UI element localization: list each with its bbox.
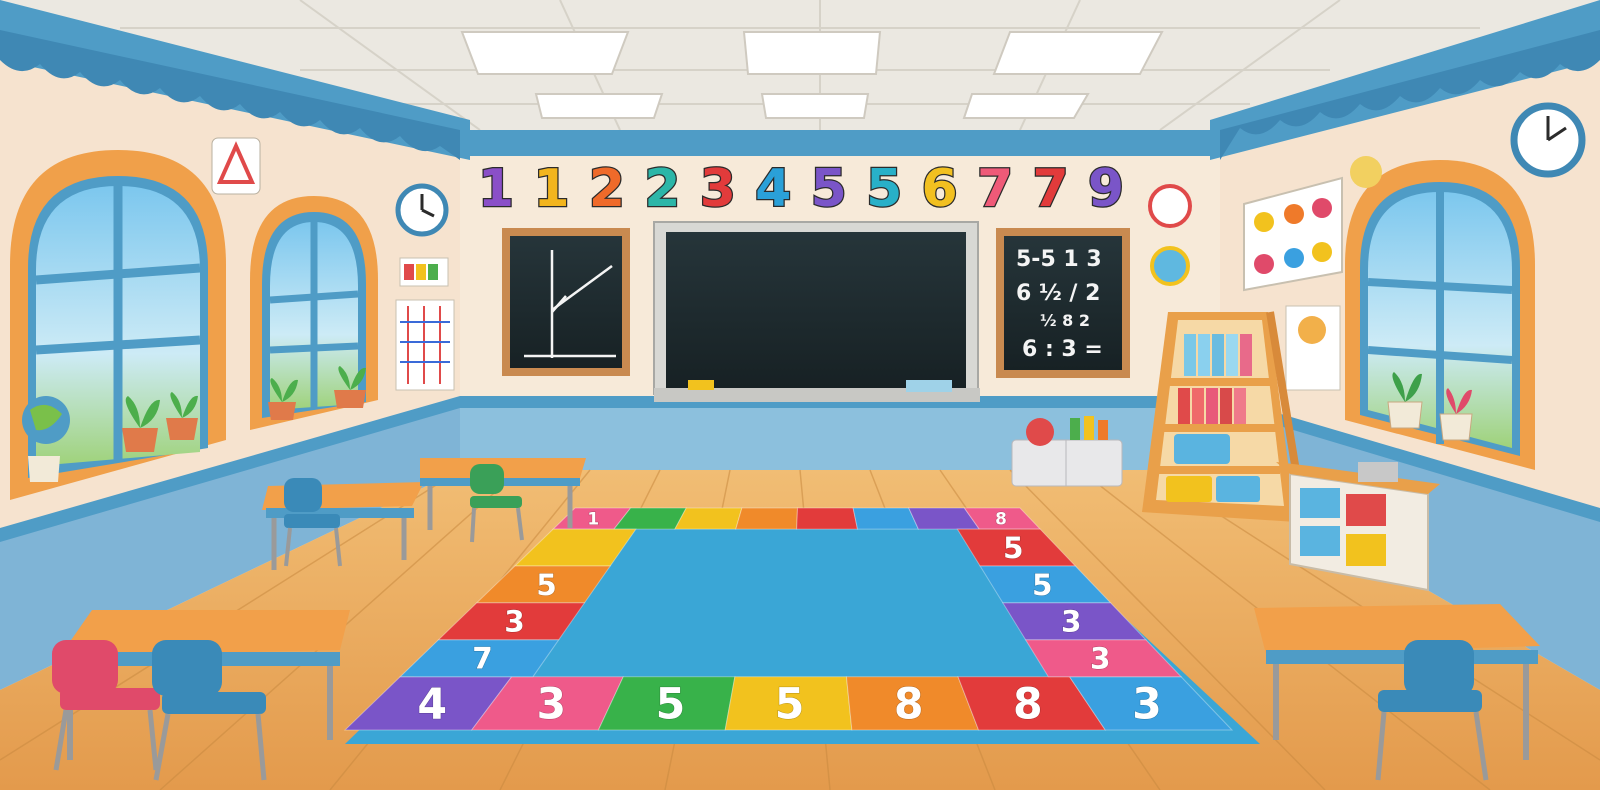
wall-number: 1: [533, 159, 569, 219]
board-eraser: [906, 380, 952, 392]
mat-number: 5: [1003, 531, 1024, 565]
triangle-poster: [211, 137, 261, 195]
chalk-eraser: [688, 380, 714, 390]
mat-tile: [852, 507, 920, 530]
mat-number: 3: [504, 605, 525, 639]
board-line: 6 : 3 =: [1022, 337, 1103, 362]
board-line: ½ 8 2: [1040, 311, 1090, 330]
window-left-large: [10, 150, 226, 500]
mat-number: 3: [1061, 605, 1082, 639]
mat-number: 1: [587, 508, 599, 528]
wall-number: 2: [589, 159, 625, 219]
classroom-scene: 112234556779 5-5 1 3 6 ½ / 2 ½ 8 2 6 : 3…: [0, 0, 1600, 790]
wall-clock-left: [395, 183, 449, 237]
mat-number: 8: [1013, 679, 1043, 729]
ceiling-light: [760, 93, 870, 119]
classroom-illustration: 112234556779 5-5 1 3 6 ½ / 2 ½ 8 2 6 : 3…: [0, 0, 1600, 790]
ceiling-light: [460, 31, 630, 75]
wall-number: 4: [755, 159, 791, 219]
ceiling-light: [992, 31, 1164, 75]
mat-number: 3: [1132, 679, 1162, 729]
mat-number: 5: [656, 679, 686, 729]
mat-number: 5: [775, 679, 805, 729]
mat-tile: [735, 507, 799, 530]
main-chalkboard: [653, 221, 980, 402]
plant-pot: [28, 456, 60, 482]
mat-tile: [796, 507, 859, 530]
chalkboard-right: 5-5 1 3 6 ½ / 2 ½ 8 2 6 : 3 =: [996, 228, 1130, 378]
ceiling-light: [534, 93, 664, 119]
color-strip-poster: [399, 257, 449, 287]
wall-number: 7: [977, 159, 1013, 219]
wall-number: 6: [922, 159, 958, 219]
grid-poster: [395, 299, 455, 391]
ceiling-light: [742, 31, 882, 75]
ceiling-lights: [460, 31, 1164, 119]
wall-number: 5: [866, 159, 902, 219]
wall-clock-right: [1510, 102, 1586, 178]
board-line: 6 ½ / 2: [1016, 281, 1100, 306]
wall-number: 1: [478, 159, 514, 219]
mat-number: 8: [995, 508, 1007, 528]
mat-number: 3: [536, 679, 566, 729]
wall-number: 2: [644, 159, 680, 219]
ceiling-light: [962, 93, 1090, 119]
wall-number: 5: [811, 159, 847, 219]
mat-number: 4: [417, 679, 447, 729]
wall-number: 3: [700, 159, 736, 219]
mat-number: 5: [1032, 568, 1053, 602]
window-right: [1345, 160, 1535, 470]
chalkboard-left: [502, 228, 630, 376]
mat-number: 8: [894, 679, 924, 729]
mat-number: 3: [1090, 642, 1111, 676]
desk-stapler: [1358, 462, 1398, 482]
board-line: 5-5 1 3: [1016, 247, 1102, 272]
mat-number: 7: [472, 642, 493, 676]
mat-number: 5: [536, 568, 557, 602]
wall-number: 7: [1032, 159, 1068, 219]
mat-tile: [674, 507, 743, 530]
wall-number: 9: [1088, 159, 1124, 219]
